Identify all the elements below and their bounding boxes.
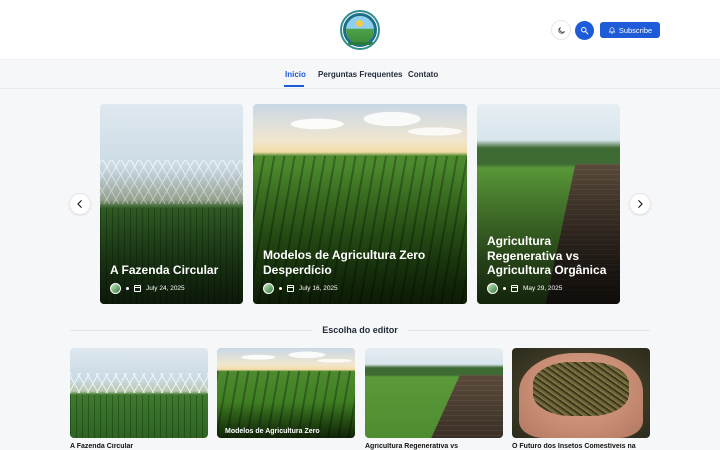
carousel-next-button[interactable]: [629, 193, 651, 215]
editor-card[interactable]: [512, 348, 650, 438]
nav-item-inicio[interactable]: Inicio: [285, 70, 306, 79]
editor-card[interactable]: Modelos de Agricultura Zero: [217, 348, 355, 438]
chevron-left-icon: [77, 200, 82, 208]
main-nav: Inicio Perguntas Frequentes Contato: [0, 61, 720, 89]
card-overlay-title[interactable]: Modelos de Agricultura Zero: [225, 427, 320, 436]
card-image: [512, 348, 650, 438]
bell-icon: [608, 27, 616, 34]
calendar-icon: [134, 285, 141, 292]
site-logo[interactable]: [340, 10, 380, 50]
author-avatar: [110, 283, 121, 294]
slide-date: July 24, 2025: [146, 285, 185, 292]
carousel-slide[interactable]: Agricultura Regenerativa vs Agricultura …: [477, 104, 620, 304]
chevron-right-icon: [638, 200, 643, 208]
card-image: [365, 348, 503, 438]
calendar-icon: [511, 285, 518, 292]
carousel-prev-button[interactable]: [69, 193, 91, 215]
author-avatar: [263, 283, 274, 294]
carousel-slide[interactable]: Modelos de Agricultura Zero Desperdício …: [253, 104, 467, 304]
calendar-icon: [287, 285, 294, 292]
logo-wordmark: [348, 42, 374, 45]
editor-card[interactable]: [70, 348, 208, 438]
slide-title[interactable]: Modelos de Agricultura Zero Desperdício: [263, 248, 453, 277]
nav-item-contato[interactable]: Contato: [408, 70, 438, 79]
card-title[interactable]: A Fazenda Circular: [70, 443, 208, 450]
subscribe-button[interactable]: Subscribe: [600, 22, 660, 38]
editor-heading: Escolha do editor: [312, 325, 408, 335]
search-button[interactable]: [575, 21, 594, 40]
slide-date: July 16, 2025: [299, 285, 338, 292]
site-header: Subscribe: [0, 0, 720, 60]
theme-toggle-button[interactable]: [551, 20, 571, 40]
nav-item-perguntas-frequentes[interactable]: Perguntas Frequentes: [318, 70, 402, 79]
subscribe-label: Subscribe: [618, 25, 653, 35]
carousel-slide[interactable]: A Fazenda Circular July 24, 2025: [100, 104, 243, 304]
nav-active-indicator: [284, 85, 304, 87]
slide-title[interactable]: A Fazenda Circular: [110, 263, 218, 278]
card-title[interactable]: Agricultura Regenerativa vs: [365, 443, 503, 450]
slide-title[interactable]: Agricultura Regenerativa vs Agricultura …: [487, 234, 612, 278]
editor-card[interactable]: [365, 348, 503, 438]
section-heading: Escolha do editor: [0, 325, 720, 335]
slide-date: May 29, 2025: [523, 285, 563, 292]
search-icon: [581, 27, 589, 35]
slide-meta: May 29, 2025: [487, 283, 562, 294]
slide-meta: July 16, 2025: [263, 283, 338, 294]
moon-icon: [557, 26, 565, 34]
slide-meta: July 24, 2025: [110, 283, 185, 294]
author-avatar: [487, 283, 498, 294]
card-image: [70, 348, 208, 438]
card-title[interactable]: O Futuro dos Insetos Comestíveis na: [512, 443, 650, 450]
